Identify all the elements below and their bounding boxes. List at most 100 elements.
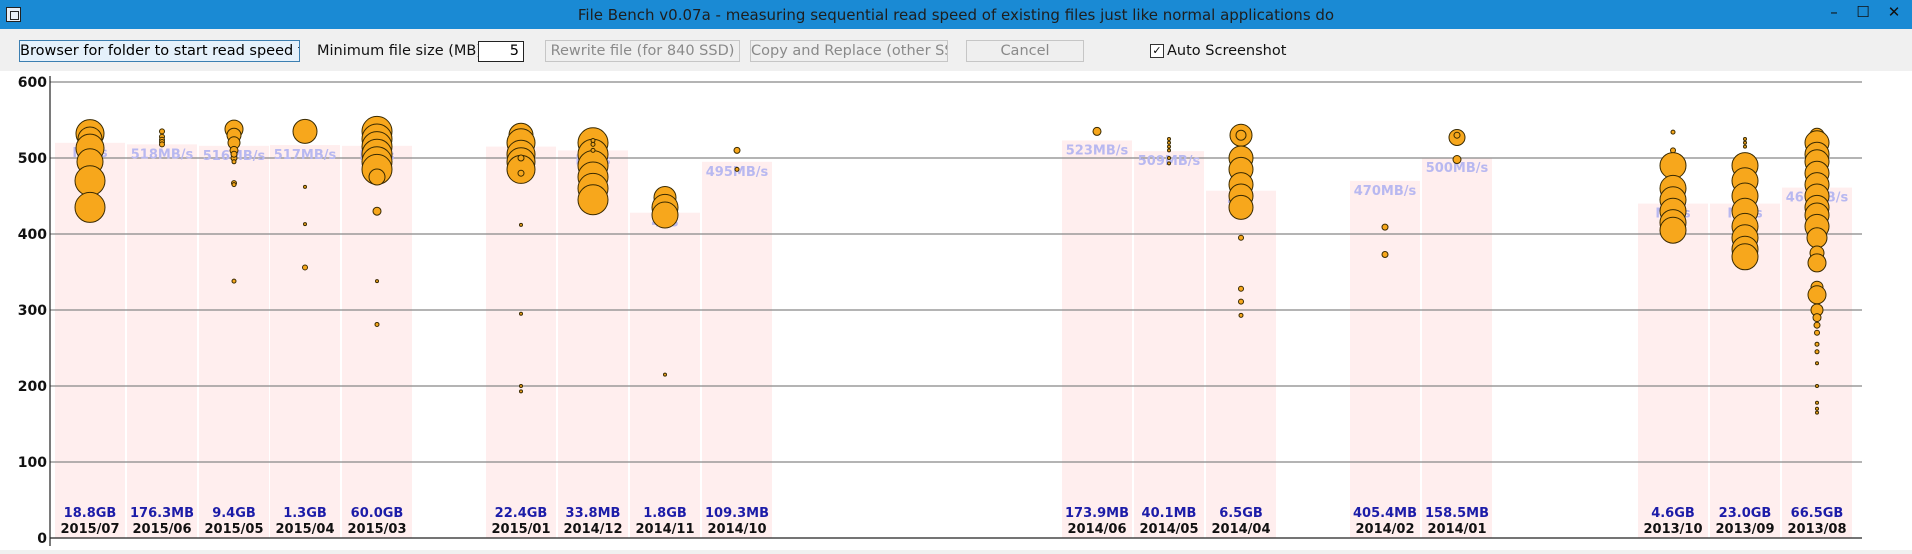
rewrite-file-button[interactable]: Rewrite file (for 840 SSD) bbox=[545, 40, 740, 62]
file-bubble bbox=[1238, 234, 1244, 241]
file-bubble bbox=[1659, 216, 1687, 244]
y-tick-label: 500 bbox=[18, 151, 47, 167]
file-bubble bbox=[1453, 131, 1461, 139]
auto-screenshot-label: Auto Screenshot bbox=[1167, 43, 1287, 59]
file-bubble bbox=[1815, 400, 1819, 405]
file-bubble bbox=[519, 222, 523, 227]
file-bubble bbox=[1815, 384, 1819, 388]
file-bubble bbox=[1167, 156, 1171, 160]
month-label: 2014/05 bbox=[1139, 522, 1198, 537]
group-size-label: 6.5GB bbox=[1219, 506, 1263, 521]
file-bubble bbox=[1092, 126, 1102, 136]
file-bubble bbox=[1238, 298, 1244, 305]
file-bubble bbox=[1814, 349, 1820, 355]
file-bubble bbox=[375, 279, 379, 284]
file-bubble bbox=[1167, 140, 1171, 145]
month-label: 2015/04 bbox=[275, 522, 334, 537]
browse-folder-button[interactable]: Browser for folder to start read speed t… bbox=[19, 40, 300, 62]
month-label: 2013/10 bbox=[1643, 522, 1702, 537]
file-bubble bbox=[74, 165, 106, 197]
y-tick-label: 100 bbox=[18, 455, 47, 471]
group-size-label: 1.3GB bbox=[283, 506, 327, 521]
avg-speed-label: 470MB/s bbox=[1354, 184, 1417, 199]
file-bubble bbox=[1807, 285, 1827, 305]
file-bubble bbox=[1743, 140, 1747, 145]
file-bubble bbox=[1659, 152, 1687, 180]
month-column bbox=[1638, 203, 1708, 538]
file-bubble bbox=[1670, 129, 1676, 135]
minimize-button[interactable]: – bbox=[1820, 2, 1848, 24]
file-bubble bbox=[519, 311, 523, 316]
file-bubble bbox=[519, 384, 523, 388]
month-label: 2013/09 bbox=[1715, 522, 1774, 537]
group-size-label: 1.8GB bbox=[643, 506, 687, 521]
group-size-label: 60.0GB bbox=[351, 506, 404, 521]
min-size-input[interactable]: 5 bbox=[478, 41, 524, 62]
y-tick-label: 300 bbox=[18, 303, 47, 319]
file-bubble bbox=[590, 141, 596, 147]
avg-speed-label: 518MB/s bbox=[131, 147, 194, 162]
chart-area: 0100200300400500600MB/s518MB/s516MB/s517… bbox=[0, 71, 1912, 550]
auto-screenshot-checkbox[interactable]: ✓ bbox=[1150, 44, 1164, 58]
file-bubble bbox=[159, 128, 165, 135]
group-size-label: 66.5GB bbox=[1791, 506, 1844, 521]
group-size-label: 158.5MB bbox=[1425, 506, 1489, 521]
month-column bbox=[1134, 151, 1204, 538]
y-tick-label: 200 bbox=[18, 379, 47, 395]
file-bubble bbox=[1238, 312, 1244, 318]
file-bubble bbox=[303, 184, 307, 189]
file-bubble bbox=[1807, 253, 1827, 273]
file-bubble bbox=[1381, 223, 1389, 231]
file-bubble bbox=[302, 264, 308, 271]
y-tick-label: 600 bbox=[18, 75, 47, 91]
group-size-label: 405.4MB bbox=[1353, 506, 1417, 521]
title-bar: File Bench v0.07a - measuring sequential… bbox=[0, 0, 1912, 29]
file-bubble bbox=[1815, 410, 1819, 415]
month-column bbox=[1206, 190, 1276, 538]
month-column bbox=[127, 144, 197, 538]
file-bubble bbox=[74, 191, 106, 223]
close-button[interactable]: ✕ bbox=[1880, 2, 1908, 24]
read-speed-chart: 0100200300400500600MB/s518MB/s516MB/s517… bbox=[18, 75, 1862, 547]
file-bubble bbox=[1238, 285, 1244, 292]
file-bubble bbox=[1743, 144, 1747, 149]
month-column bbox=[342, 145, 412, 538]
month-label: 2015/01 bbox=[491, 522, 550, 537]
file-bubble bbox=[734, 166, 740, 172]
month-column bbox=[1422, 158, 1492, 538]
group-size-label: 109.3MB bbox=[705, 506, 769, 521]
file-bubble bbox=[1167, 137, 1171, 141]
month-column bbox=[1062, 140, 1132, 538]
file-bubble bbox=[577, 184, 609, 216]
file-bubble bbox=[1731, 243, 1759, 271]
cancel-button[interactable]: Cancel bbox=[966, 40, 1084, 62]
month-label: 2015/03 bbox=[347, 522, 406, 537]
file-bubble bbox=[231, 278, 237, 284]
group-size-label: 23.0GB bbox=[1719, 506, 1772, 521]
file-bubble bbox=[231, 159, 237, 165]
month-column bbox=[486, 146, 556, 538]
file-bubble bbox=[1814, 329, 1820, 336]
month-label: 2015/07 bbox=[60, 522, 119, 537]
file-bubble bbox=[1814, 341, 1820, 347]
y-tick-label: 400 bbox=[18, 227, 47, 243]
file-bubble bbox=[519, 389, 523, 394]
maximize-button[interactable]: ☐ bbox=[1849, 2, 1877, 24]
month-label: 2014/02 bbox=[1355, 522, 1414, 537]
file-bubble bbox=[374, 321, 380, 327]
month-label: 2013/08 bbox=[1787, 522, 1846, 537]
file-bubble bbox=[663, 372, 667, 377]
month-column bbox=[702, 161, 772, 539]
file-bubble bbox=[1815, 361, 1819, 366]
month-label: 2015/06 bbox=[132, 522, 191, 537]
file-bubble bbox=[1381, 251, 1389, 259]
file-bubble bbox=[1228, 194, 1254, 220]
file-bubble bbox=[651, 201, 679, 229]
file-bubble bbox=[230, 150, 238, 158]
month-label: 2014/04 bbox=[1211, 522, 1270, 537]
month-column bbox=[199, 145, 269, 538]
copy-replace-button[interactable]: Copy and Replace (other SSD) bbox=[750, 40, 948, 62]
file-bubble bbox=[292, 118, 318, 144]
month-label: 2014/06 bbox=[1067, 522, 1126, 537]
file-bubble bbox=[159, 141, 165, 148]
